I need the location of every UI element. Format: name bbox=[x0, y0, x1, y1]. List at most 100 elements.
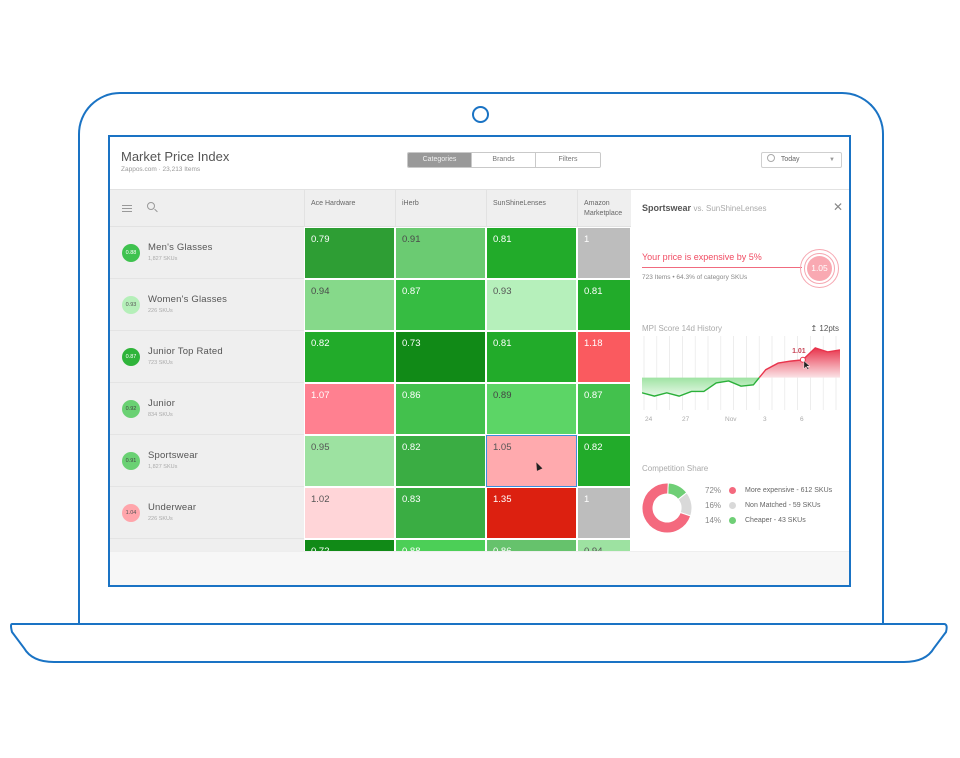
price-grid: Ace Hardware iHerb SunShineLenses Amazon… bbox=[110, 190, 631, 551]
row-skus: 1,827 SKUs bbox=[148, 256, 178, 262]
price-cell[interactable]: 0.94 bbox=[304, 279, 395, 331]
x-tick-label: 6 bbox=[800, 416, 804, 423]
table-row[interactable]: 0.88 Men's Glasses 1,827 SKUs bbox=[110, 227, 304, 279]
top-bar: Market Price Index Zappos.com · 23,213 I… bbox=[110, 137, 849, 190]
date-select-value: Today bbox=[780, 156, 800, 163]
row-name: Sportswear bbox=[148, 450, 199, 461]
alert-divider bbox=[642, 267, 802, 268]
price-cell[interactable]: 0.81 bbox=[486, 227, 577, 279]
panel-category: Sportswear bbox=[642, 203, 692, 213]
price-alert-sub: 723 Items • 64.3% of category SKUs bbox=[642, 274, 748, 281]
competition-title: Competition Share bbox=[642, 464, 709, 473]
row-name: Junior Top Rated bbox=[148, 346, 223, 357]
price-cell[interactable]: 1.02 bbox=[304, 487, 395, 539]
price-alert: Your price is expensive by 5% bbox=[642, 252, 762, 262]
price-cell[interactable]: 0.81 bbox=[486, 331, 577, 383]
chevron-down-icon: ▼ bbox=[829, 157, 835, 163]
legend-percent: 72% bbox=[705, 486, 722, 495]
panel-title: Sportswear vs. SunShineLenses bbox=[642, 203, 766, 213]
row-name: Women's Glasses bbox=[148, 294, 228, 305]
price-cell[interactable]: 0.89 bbox=[486, 383, 577, 435]
x-tick-label: 27 bbox=[682, 416, 690, 423]
grid-header: Ace Hardware iHerb SunShineLenses Amazon… bbox=[110, 190, 631, 227]
price-cell[interactable]: 0.73 bbox=[395, 331, 486, 383]
panel-competitor: vs. SunShineLenses bbox=[693, 204, 767, 213]
search-icon[interactable] bbox=[147, 202, 155, 210]
history-highlight-label: 1.01 bbox=[792, 348, 806, 355]
footer-area bbox=[110, 551, 849, 585]
row-skus: 834 SKUs bbox=[148, 412, 173, 418]
price-cell[interactable]: 0.72 bbox=[304, 539, 395, 551]
price-cell[interactable]: 1.35 bbox=[486, 487, 577, 539]
score-badge: 0.91 bbox=[122, 452, 140, 470]
x-tick-label: 24 bbox=[645, 416, 653, 423]
price-cell[interactable]: 1.05 bbox=[486, 435, 577, 487]
price-cell[interactable]: 0.82 bbox=[577, 435, 631, 487]
menu-icon[interactable] bbox=[122, 205, 132, 212]
price-cell[interactable]: 1 bbox=[577, 227, 631, 279]
score-badge: 0.93 bbox=[122, 296, 140, 314]
history-chart[interactable]: 1.01 24 27 Nov 3 6 bbox=[642, 336, 840, 426]
tab-brands[interactable]: Brands bbox=[472, 153, 536, 167]
price-cell[interactable]: 0.93 bbox=[486, 279, 577, 331]
close-icon[interactable]: ✕ bbox=[833, 200, 843, 214]
table-row[interactable]: 0.91 Sportswear 1,827 SKUs bbox=[110, 435, 304, 487]
view-tabs: Categories Brands Filters bbox=[407, 152, 601, 168]
score-ring: 1.05 bbox=[800, 249, 839, 288]
legend-dot bbox=[729, 517, 736, 524]
table-row[interactable]: 0.87 Junior Top Rated 723 SKUs bbox=[110, 331, 304, 383]
legend-label: Cheaper - 43 SKUs bbox=[745, 517, 806, 524]
score-badge: 0.88 bbox=[122, 244, 140, 262]
row-name: Men's Glasses bbox=[148, 242, 213, 253]
clock-icon bbox=[767, 154, 775, 162]
price-cell[interactable]: 1 bbox=[577, 487, 631, 539]
row-skus: 1,827 SKUs bbox=[148, 464, 178, 470]
competition-donut bbox=[641, 482, 693, 534]
price-cell[interactable]: 0.94 bbox=[577, 539, 631, 551]
column-header[interactable]: Ace Hardware bbox=[304, 190, 395, 227]
table-row[interactable]: 0.92 Junior 834 SKUs bbox=[110, 383, 304, 435]
screen: Market Price Index Zappos.com · 23,213 I… bbox=[108, 135, 851, 587]
price-cell[interactable]: 0.82 bbox=[304, 331, 395, 383]
date-select[interactable]: Today ▼ bbox=[761, 152, 842, 168]
price-cell[interactable]: 0.91 bbox=[395, 227, 486, 279]
column-header[interactable]: SunShineLenses bbox=[486, 190, 577, 227]
app-subtitle: Zappos.com · 23,213 Items bbox=[121, 166, 201, 173]
price-cell[interactable]: 0.88 bbox=[395, 539, 486, 551]
legend-dot bbox=[729, 487, 736, 494]
price-cell[interactable]: 0.82 bbox=[395, 435, 486, 487]
score-badge: 0.92 bbox=[122, 400, 140, 418]
legend-percent: 14% bbox=[705, 516, 722, 525]
app-title: Market Price Index bbox=[121, 149, 230, 164]
detail-panel: Sportswear vs. SunShineLenses ✕ Your pri… bbox=[631, 190, 849, 551]
x-tick-label: 3 bbox=[763, 416, 767, 423]
price-cell[interactable]: 0.83 bbox=[395, 487, 486, 539]
price-cell[interactable]: 1.07 bbox=[304, 383, 395, 435]
column-header[interactable]: iHerb bbox=[395, 190, 486, 227]
table-row[interactable]: 0.93 Women's Glasses 226 SKUs bbox=[110, 279, 304, 331]
below-baseline-area bbox=[642, 377, 760, 397]
tab-filters[interactable]: Filters bbox=[536, 153, 600, 167]
row-skus: 723 SKUs bbox=[148, 360, 173, 366]
price-cell[interactable]: 0.81 bbox=[577, 279, 631, 331]
price-cell[interactable]: 0.79 bbox=[304, 227, 395, 279]
price-cell[interactable]: 0.87 bbox=[395, 279, 486, 331]
table-row[interactable] bbox=[110, 539, 304, 551]
score-badge: 1.04 bbox=[122, 504, 140, 522]
x-tick-label: Nov bbox=[725, 416, 737, 423]
row-skus: 226 SKUs bbox=[148, 516, 173, 522]
price-cell[interactable]: 1.18 bbox=[577, 331, 631, 383]
camera-icon bbox=[472, 106, 489, 123]
legend-percent: 16% bbox=[705, 501, 722, 510]
history-delta: ↥ 12pts bbox=[810, 324, 840, 333]
tab-categories[interactable]: Categories bbox=[408, 153, 472, 167]
price-cell[interactable]: 0.86 bbox=[486, 539, 577, 551]
price-cell[interactable]: 0.87 bbox=[577, 383, 631, 435]
history-title: MPI Score 14d History bbox=[642, 324, 723, 333]
price-cell[interactable]: 0.95 bbox=[304, 435, 395, 487]
score-badge: 0.87 bbox=[122, 348, 140, 366]
table-row[interactable]: 1.04 Underwear 226 SKUs bbox=[110, 487, 304, 539]
legend-dot bbox=[729, 502, 736, 509]
price-cell[interactable]: 0.86 bbox=[395, 383, 486, 435]
column-header[interactable]: Amazon Marketplace bbox=[577, 190, 631, 227]
